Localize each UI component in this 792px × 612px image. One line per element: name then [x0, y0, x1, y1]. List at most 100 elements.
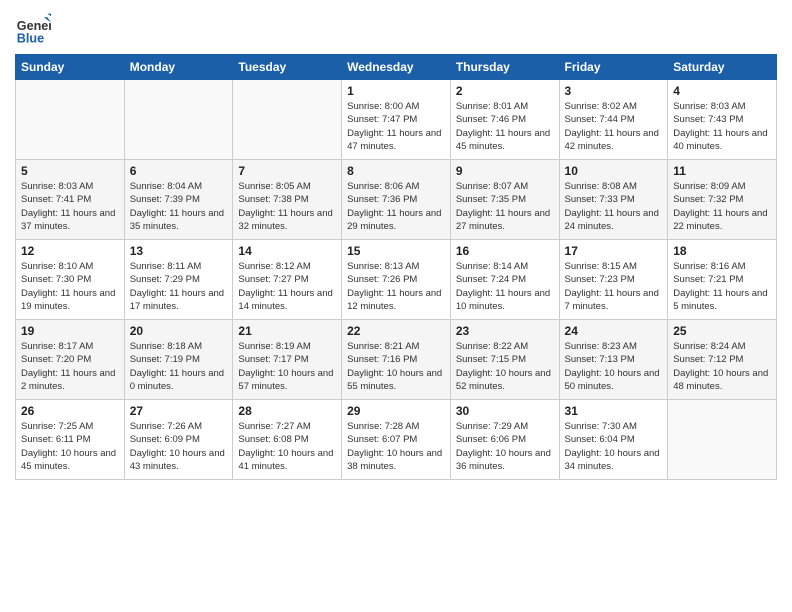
day-number: 22 [347, 324, 445, 338]
day-number: 23 [456, 324, 554, 338]
day-number: 3 [565, 84, 663, 98]
calendar-cell: 27 Sunrise: 7:26 AM Sunset: 6:09 PM Dayli… [124, 400, 233, 480]
day-number: 16 [456, 244, 554, 258]
day-info: Sunrise: 7:29 AM Sunset: 6:06 PM Dayligh… [456, 420, 554, 473]
calendar-cell: 17Sunrise: 8:15 AM Sunset: 7:23 PM Dayli… [559, 240, 668, 320]
header-cell-wednesday: Wednesday [342, 55, 451, 80]
calendar-cell: 23 Sunrise: 8:22 AM Sunset: 7:15 PM Dayli… [450, 320, 559, 400]
day-info: Sunrise: 8:21 AM Sunset: 7:16 PM Dayligh… [347, 340, 445, 393]
day-info: Sunrise: 8:16 AM Sunset: 7:21 PM Dayligh… [673, 260, 771, 313]
calendar-cell: 16 Sunrise: 8:14 AM Sunset: 7:24 PM Dayli… [450, 240, 559, 320]
day-number: 11 [673, 164, 771, 178]
page-container: General Blue SundayMondayTuesdayWednesda… [0, 0, 792, 490]
day-info: Sunrise: 8:17 AM Sunset: 7:20 PM Dayligh… [21, 340, 119, 393]
day-number: 21 [238, 324, 336, 338]
day-info: Sunrise: 8:23 AM Sunset: 7:13 PM Dayligh… [565, 340, 663, 393]
calendar-cell: 10 Sunrise: 8:08 AM Sunset: 7:33 PM Dayli… [559, 160, 668, 240]
day-number: 29 [347, 404, 445, 418]
calendar-cell [124, 80, 233, 160]
header-cell-saturday: Saturday [668, 55, 777, 80]
day-info: Sunrise: 8:19 AM Sunset: 7:17 PM Dayligh… [238, 340, 336, 393]
header-cell-sunday: Sunday [16, 55, 125, 80]
calendar-cell: 6Sunrise: 8:04 AM Sunset: 7:39 PM Daylig… [124, 160, 233, 240]
calendar-week-5: 26Sunrise: 7:25 AM Sunset: 6:11 PM Dayli… [16, 400, 777, 480]
day-info: Sunrise: 8:15 AM Sunset: 7:23 PM Dayligh… [565, 260, 663, 313]
day-number: 10 [565, 164, 663, 178]
day-info: Sunrise: 8:10 AM Sunset: 7:30 PM Dayligh… [21, 260, 119, 313]
calendar-cell: 1 Sunrise: 8:00 AM Sunset: 7:47 PM Daylig… [342, 80, 451, 160]
calendar-week-4: 19 Sunrise: 8:17 AM Sunset: 7:20 PM Dayli… [16, 320, 777, 400]
calendar-cell: 25 Sunrise: 8:24 AM Sunset: 7:12 PM Dayli… [668, 320, 777, 400]
calendar-cell: 4 Sunrise: 8:03 AM Sunset: 7:43 PM Daylig… [668, 80, 777, 160]
day-info: Sunrise: 8:14 AM Sunset: 7:24 PM Dayligh… [456, 260, 554, 313]
calendar-cell: 5 Sunrise: 8:03 AM Sunset: 7:41 PM Daylig… [16, 160, 125, 240]
day-number: 12 [21, 244, 119, 258]
calendar-cell: 14Sunrise: 8:12 AM Sunset: 7:27 PM Dayli… [233, 240, 342, 320]
logo: General Blue [15, 10, 55, 46]
day-info: Sunrise: 8:13 AM Sunset: 7:26 PM Dayligh… [347, 260, 445, 313]
calendar-cell: 24 Sunrise: 8:23 AM Sunset: 7:13 PM Dayli… [559, 320, 668, 400]
day-info: Sunrise: 8:03 AM Sunset: 7:43 PM Dayligh… [673, 100, 771, 153]
day-info: Sunrise: 8:01 AM Sunset: 7:46 PM Dayligh… [456, 100, 554, 153]
svg-text:Blue: Blue [17, 31, 44, 45]
calendar-cell: 3 Sunrise: 8:02 AM Sunset: 7:44 PM Daylig… [559, 80, 668, 160]
calendar-header: SundayMondayTuesdayWednesdayThursdayFrid… [16, 55, 777, 80]
calendar-cell: 26Sunrise: 7:25 AM Sunset: 6:11 PM Dayli… [16, 400, 125, 480]
day-number: 4 [673, 84, 771, 98]
day-number: 24 [565, 324, 663, 338]
calendar-table: SundayMondayTuesdayWednesdayThursdayFrid… [15, 54, 777, 480]
calendar-cell: 18 Sunrise: 8:16 AM Sunset: 7:21 PM Dayli… [668, 240, 777, 320]
day-number: 6 [130, 164, 228, 178]
header: General Blue [15, 10, 777, 46]
calendar-cell: 20 Sunrise: 8:18 AM Sunset: 7:19 PM Dayli… [124, 320, 233, 400]
day-info: Sunrise: 7:28 AM Sunset: 6:07 PM Dayligh… [347, 420, 445, 473]
calendar-cell: 28Sunrise: 7:27 AM Sunset: 6:08 PM Dayli… [233, 400, 342, 480]
day-info: Sunrise: 8:24 AM Sunset: 7:12 PM Dayligh… [673, 340, 771, 393]
day-number: 19 [21, 324, 119, 338]
calendar-week-3: 12 Sunrise: 8:10 AM Sunset: 7:30 PM Dayli… [16, 240, 777, 320]
day-number: 28 [238, 404, 336, 418]
day-number: 31 [565, 404, 663, 418]
calendar-cell: 12 Sunrise: 8:10 AM Sunset: 7:30 PM Dayli… [16, 240, 125, 320]
day-info: Sunrise: 8:07 AM Sunset: 7:35 PM Dayligh… [456, 180, 554, 233]
calendar-cell: 2 Sunrise: 8:01 AM Sunset: 7:46 PM Daylig… [450, 80, 559, 160]
calendar-cell: 21 Sunrise: 8:19 AM Sunset: 7:17 PM Dayli… [233, 320, 342, 400]
day-number: 26 [21, 404, 119, 418]
day-number: 5 [21, 164, 119, 178]
calendar-cell: 30Sunrise: 7:29 AM Sunset: 6:06 PM Dayli… [450, 400, 559, 480]
logo-icon: General Blue [15, 10, 51, 46]
day-info: Sunrise: 8:11 AM Sunset: 7:29 PM Dayligh… [130, 260, 228, 313]
day-number: 8 [347, 164, 445, 178]
calendar-cell: 29 Sunrise: 7:28 AM Sunset: 6:07 PM Dayli… [342, 400, 451, 480]
day-number: 20 [130, 324, 228, 338]
calendar-cell: 7 Sunrise: 8:05 AM Sunset: 7:38 PM Daylig… [233, 160, 342, 240]
day-number: 7 [238, 164, 336, 178]
day-info: Sunrise: 8:02 AM Sunset: 7:44 PM Dayligh… [565, 100, 663, 153]
calendar-cell: 15 Sunrise: 8:13 AM Sunset: 7:26 PM Dayli… [342, 240, 451, 320]
calendar-week-2: 5 Sunrise: 8:03 AM Sunset: 7:41 PM Daylig… [16, 160, 777, 240]
day-number: 9 [456, 164, 554, 178]
day-info: Sunrise: 8:05 AM Sunset: 7:38 PM Dayligh… [238, 180, 336, 233]
header-cell-monday: Monday [124, 55, 233, 80]
calendar-cell: 13Sunrise: 8:11 AM Sunset: 7:29 PM Dayli… [124, 240, 233, 320]
day-number: 18 [673, 244, 771, 258]
day-number: 27 [130, 404, 228, 418]
day-info: Sunrise: 7:26 AM Sunset: 6:09 PM Dayligh… [130, 420, 228, 473]
day-info: Sunrise: 8:00 AM Sunset: 7:47 PM Dayligh… [347, 100, 445, 153]
day-info: Sunrise: 8:12 AM Sunset: 7:27 PM Dayligh… [238, 260, 336, 313]
calendar-cell [668, 400, 777, 480]
calendar-cell: 22 Sunrise: 8:21 AM Sunset: 7:16 PM Dayli… [342, 320, 451, 400]
day-info: Sunrise: 8:09 AM Sunset: 7:32 PM Dayligh… [673, 180, 771, 233]
day-number: 15 [347, 244, 445, 258]
day-number: 2 [456, 84, 554, 98]
calendar-cell: 19 Sunrise: 8:17 AM Sunset: 7:20 PM Dayli… [16, 320, 125, 400]
day-info: Sunrise: 8:03 AM Sunset: 7:41 PM Dayligh… [21, 180, 119, 233]
day-info: Sunrise: 8:18 AM Sunset: 7:19 PM Dayligh… [130, 340, 228, 393]
day-number: 25 [673, 324, 771, 338]
calendar-cell: 11 Sunrise: 8:09 AM Sunset: 7:32 PM Dayli… [668, 160, 777, 240]
header-cell-thursday: Thursday [450, 55, 559, 80]
day-number: 1 [347, 84, 445, 98]
day-info: Sunrise: 8:08 AM Sunset: 7:33 PM Dayligh… [565, 180, 663, 233]
calendar-cell: 31Sunrise: 7:30 AM Sunset: 6:04 PM Dayli… [559, 400, 668, 480]
day-info: Sunrise: 8:22 AM Sunset: 7:15 PM Dayligh… [456, 340, 554, 393]
